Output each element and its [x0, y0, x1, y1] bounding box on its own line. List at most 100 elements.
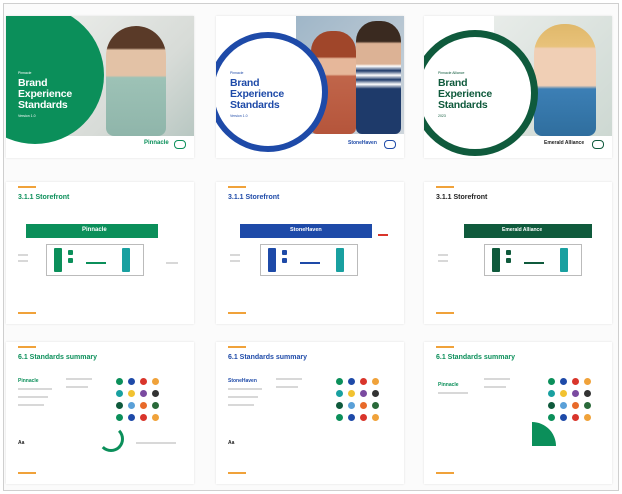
cover-title: Brand Experience Standards: [438, 77, 493, 111]
text-line: [66, 378, 92, 380]
logo-mark-icon: [174, 140, 186, 149]
diagram-node: [54, 248, 62, 272]
cover-pre: Pinnacle Alliance: [438, 71, 465, 75]
cover-pre: Pinnacle: [230, 71, 244, 75]
text-line: [228, 388, 262, 390]
legend-line: [166, 262, 178, 264]
diagram-node: [68, 258, 73, 263]
color-swatch: [140, 378, 147, 385]
section-title: 6.1 Standards summary: [18, 354, 97, 361]
cover-card-green[interactable]: Pinnacle Brand Experience Standards Versio…: [6, 16, 194, 158]
color-swatch: [584, 390, 591, 397]
color-swatch: [128, 402, 135, 409]
color-swatch: [548, 402, 555, 409]
accent-line: [228, 346, 246, 348]
text-line: [66, 386, 88, 388]
color-swatch: [360, 378, 367, 385]
storefront-card-blue[interactable]: 3.1.1 Storefront StoneHaven: [216, 182, 404, 324]
color-swatch: [140, 390, 147, 397]
color-swatch: [348, 390, 355, 397]
text-line: [228, 404, 254, 406]
accent-line: [18, 186, 36, 188]
accent-line: [436, 346, 454, 348]
cover-card-darkgreen[interactable]: Pinnacle Alliance Brand Experience Standar…: [424, 16, 612, 158]
text-line: [484, 386, 506, 388]
color-swatch: [360, 414, 367, 421]
cover-sub: 2023: [438, 114, 446, 118]
summary-card-darkgreen[interactable]: 6.1 Standards summary Pinnacle: [424, 342, 612, 484]
diagram-node: [560, 248, 568, 272]
diagram-node: [506, 250, 511, 255]
cover-logo: Pinnacle: [144, 140, 169, 146]
color-swatch: [372, 414, 379, 421]
color-swatch: [560, 414, 567, 421]
color-swatch: [584, 414, 591, 421]
diagram-bar: [524, 262, 544, 264]
summary-card-blue[interactable]: 6.1 Standards summary StoneHaven Aa: [216, 342, 404, 484]
summary-card-green[interactable]: 6.1 Standards summary Pinnacle Aa: [6, 342, 194, 484]
color-swatch: [560, 390, 567, 397]
text-line: [228, 396, 258, 398]
diagram-bar: [86, 262, 106, 264]
color-swatch: [336, 402, 343, 409]
color-swatch: [152, 390, 159, 397]
legend-line: [230, 260, 240, 262]
diagram-node: [268, 248, 276, 272]
legend-line: [230, 254, 240, 256]
text-line: [438, 392, 468, 394]
person-silhouette-2: [356, 21, 401, 134]
color-swatch: [548, 414, 555, 421]
section-title: 3.1.1 Storefront: [436, 194, 488, 201]
legend-line: [438, 260, 448, 262]
diagram-node: [492, 248, 500, 272]
color-swatch: [572, 378, 579, 385]
logo-mark-icon: [384, 140, 396, 149]
color-swatch: [152, 414, 159, 421]
summary-logo: Pinnacle: [18, 378, 39, 384]
color-swatches: [548, 378, 608, 438]
person-silhouette: [534, 24, 596, 136]
text-line: [18, 404, 44, 406]
color-swatch: [360, 402, 367, 409]
banner-label: Emerald Alliance: [502, 227, 543, 233]
storefront-card-green[interactable]: 3.1.1 Storefront Pinnacle: [6, 182, 194, 324]
color-swatch: [360, 390, 367, 397]
footer-line: [18, 472, 36, 474]
diagram-node: [282, 250, 287, 255]
accent-line: [228, 186, 246, 188]
cover-sub: Version 1.0: [230, 114, 248, 118]
cover-card-blue[interactable]: Pinnacle Brand Experience Standards Versio…: [216, 16, 404, 158]
color-swatches: [336, 378, 396, 438]
color-swatch: [372, 378, 379, 385]
legend-line: [378, 234, 388, 236]
cover-pre: Pinnacle: [18, 71, 32, 75]
color-swatch: [560, 402, 567, 409]
diagram-node: [506, 258, 511, 263]
banner-label: Pinnacle: [82, 227, 107, 233]
legend-line: [18, 260, 28, 262]
color-swatch: [116, 402, 123, 409]
storefront-card-darkgreen[interactable]: 3.1.1 Storefront Emerald Alliance: [424, 182, 612, 324]
accent-line: [436, 186, 454, 188]
cover-sub: Version 1.0: [18, 114, 36, 118]
cover-logo: StoneHaven: [348, 140, 377, 146]
color-swatch: [140, 414, 147, 421]
legend-line: [438, 254, 448, 256]
color-swatches: [116, 378, 186, 438]
legend-line: [18, 254, 28, 256]
diagram-node: [336, 248, 344, 272]
color-swatch: [116, 414, 123, 421]
section-title: 3.1.1 Storefront: [228, 194, 280, 201]
color-swatch: [372, 390, 379, 397]
color-swatch: [560, 378, 567, 385]
text-line: [484, 378, 510, 380]
color-swatch: [572, 390, 579, 397]
color-swatch: [584, 402, 591, 409]
footer-line: [436, 312, 454, 314]
cover-title: Brand Experience Standards: [230, 77, 285, 111]
color-swatch: [128, 390, 135, 397]
accent-line: [18, 346, 36, 348]
cover-logo: Emerald Alliance: [544, 140, 585, 146]
color-swatch: [128, 378, 135, 385]
color-swatch: [336, 378, 343, 385]
